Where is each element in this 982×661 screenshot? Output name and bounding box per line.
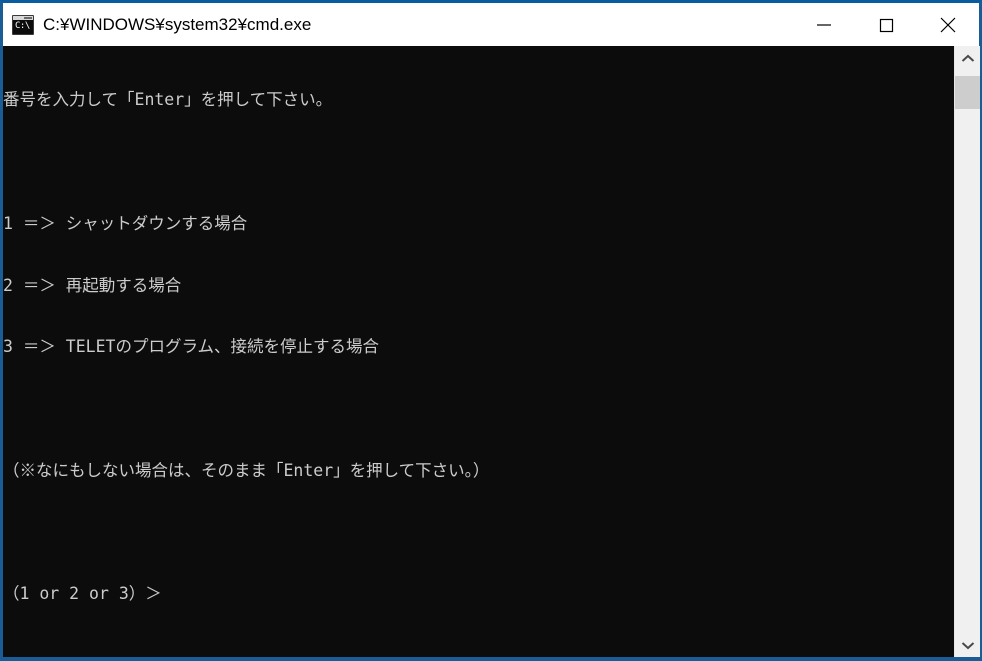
- close-icon: [940, 17, 956, 32]
- maximize-icon: [879, 18, 894, 32]
- minimize-button[interactable]: [793, 3, 855, 46]
- maximize-button[interactable]: [855, 3, 917, 46]
- terminal-line-option-2: 2 ＝＞ 再起動する場合: [3, 275, 182, 295]
- terminal-line-note: （※なにもしない場合は、そのまま「Enter」を押して下さい。）: [3, 460, 490, 480]
- scroll-down-button[interactable]: [955, 632, 980, 657]
- vertical-scrollbar[interactable]: [954, 46, 980, 657]
- cmd-icon-label: C:\: [15, 20, 30, 31]
- terminal-text: 番号を入力して「Enter」を押して下さい。 1 ＝＞ シャットダウンする場合 …: [3, 49, 954, 646]
- terminal-line-option-3: 3 ＝＞ TELETのプログラム、接続を停止する場合: [3, 337, 379, 357]
- chevron-down-icon: [961, 641, 974, 649]
- terminal-line: 番号を入力して「Enter」を押して下さい。: [3, 90, 333, 110]
- scroll-up-button[interactable]: [955, 46, 980, 71]
- scrollbar-thumb[interactable]: [955, 76, 980, 109]
- terminal-line-option-1: 1 ＝＞ シャットダウンする場合: [3, 213, 248, 233]
- window-controls: [793, 3, 979, 46]
- minimize-icon: [817, 23, 831, 26]
- cmd-icon: C:\: [12, 14, 34, 35]
- terminal-prompt-line: （1 or 2 or 3）＞: [3, 584, 162, 604]
- title-bar[interactable]: C:\ C:¥WINDOWS¥system32¥cmd.exe: [3, 3, 979, 46]
- chevron-up-icon: [961, 54, 974, 62]
- window-title: C:¥WINDOWS¥system32¥cmd.exe: [43, 14, 312, 34]
- cmd-icon-titlebar-strip: [13, 15, 33, 20]
- close-button[interactable]: [917, 3, 979, 46]
- terminal-output-area[interactable]: 番号を入力して「Enter」を押して下さい。 1 ＝＞ シャットダウンする場合 …: [3, 46, 954, 657]
- scrollbar-track[interactable]: [955, 71, 980, 632]
- cmd-window: C:\ C:¥WINDOWS¥system32¥cmd.exe 番号を入力して「…: [0, 0, 982, 661]
